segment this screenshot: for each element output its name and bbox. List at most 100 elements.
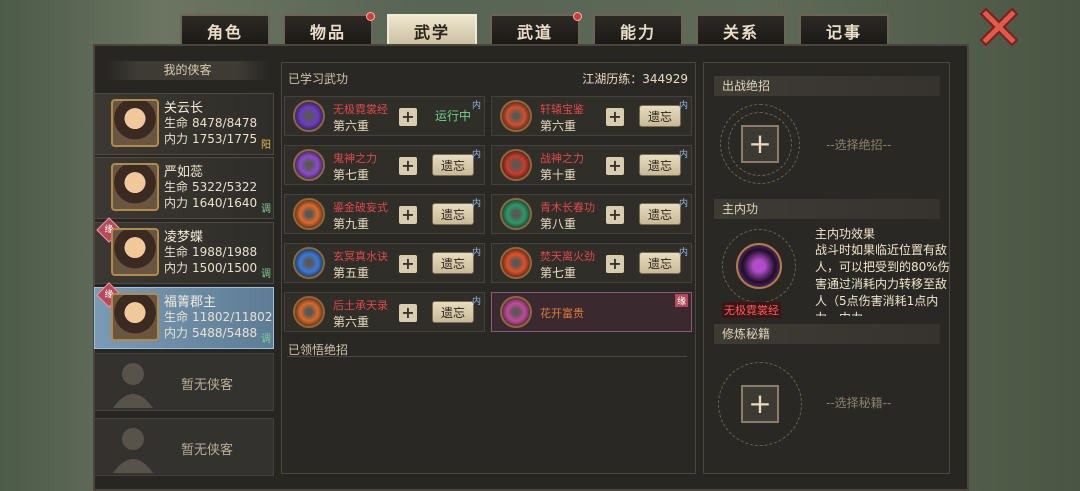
upgrade-skill-button[interactable]: + <box>399 255 417 273</box>
skill-name: 鬼神之力 <box>333 152 377 165</box>
tab-label: 能力 <box>619 22 656 42</box>
hero-card-yan-rurui[interactable]: 严如蕊 生命 5322/5322 内力 1640/1640 调 <box>94 157 274 219</box>
upgrade-skill-button[interactable]: + <box>399 206 417 224</box>
skill-icon <box>293 100 325 132</box>
inner-skill-section-title: 主内功 <box>714 199 940 219</box>
tab-martial-arts[interactable]: 武学 <box>387 14 477 45</box>
hero-list-title: 我的侠客 <box>105 61 270 80</box>
skill-card[interactable]: 焚天离火劲第七重 + 遗忘内 <box>491 243 692 283</box>
hero-mp: 内力 5488/5488 <box>164 326 258 340</box>
forget-skill-button[interactable]: 遗忘 <box>432 154 474 176</box>
close-button[interactable] <box>979 7 1019 47</box>
upgrade-skill-button[interactable]: + <box>399 304 417 322</box>
tab-items[interactable]: 物品 <box>283 12 375 45</box>
skill-level: 第七重 <box>333 168 370 182</box>
tab-martial-way[interactable]: 武道 <box>490 12 582 45</box>
skill-name: 花开富贵 <box>540 307 584 320</box>
close-icon <box>979 7 1019 47</box>
forget-skill-button[interactable]: 遗忘 <box>432 301 474 323</box>
skill-card[interactable]: 后土承天录 第六重 + 遗忘内 <box>284 292 485 332</box>
skill-name: 无极霓裳经 <box>333 103 388 116</box>
hero-card-fujing-princess[interactable]: 缘 福箐郡主 生命 11802/11802 内力 5488/5488 调 <box>94 282 274 349</box>
hero-avatar <box>111 99 159 147</box>
skill-type-tag: 内 <box>678 150 688 160</box>
upgrade-skill-button[interactable]: + <box>606 157 624 175</box>
ultimate-section-title: 出战绝招 <box>714 76 940 96</box>
upgrade-skill-button[interactable]: + <box>606 108 624 126</box>
skill-level: 第五重 <box>333 266 370 280</box>
skill-running-status: 运行中 <box>435 109 472 123</box>
skill-level: 第六重 <box>333 119 370 133</box>
skill-level: 第十重 <box>540 168 577 182</box>
hero-mp: 内力 1753/1775 <box>164 132 258 146</box>
tab-relations[interactable]: 关系 <box>696 14 786 45</box>
hero-type-tag: 调 <box>261 334 271 345</box>
upgrade-skill-button[interactable]: + <box>399 157 417 175</box>
skill-card[interactable]: 无极霓裳经第六重 + 运行中内 <box>284 96 485 136</box>
forget-skill-button[interactable]: 遗忘 <box>432 252 474 274</box>
hero-type-tag: 调 <box>261 204 271 215</box>
inner-skill-name: 无极霓裳经 <box>722 302 781 318</box>
skill-icon <box>293 247 325 279</box>
tab-role[interactable]: 角色 <box>180 14 270 45</box>
skill-type-tag: 内 <box>471 297 481 307</box>
hero-hp: 生命 8478/8478 <box>164 116 258 130</box>
forget-skill-button[interactable]: 遗忘 <box>639 105 681 127</box>
notification-badge <box>366 12 375 21</box>
forget-skill-button[interactable]: 遗忘 <box>639 154 681 176</box>
empty-hero-slot[interactable]: 暂无侠客 <box>94 418 274 476</box>
learned-skills-title: 已学习武功 <box>288 72 349 86</box>
skill-icon <box>293 296 325 328</box>
skill-type-tag: 内 <box>678 101 688 111</box>
skill-icon <box>500 100 532 132</box>
skill-icon <box>500 198 532 230</box>
forget-skill-button[interactable]: 遗忘 <box>639 203 681 225</box>
tab-journal[interactable]: 记事 <box>799 14 889 45</box>
empty-hero-slot[interactable]: 暂无侠客 <box>94 353 274 411</box>
skill-type-tag: 内 <box>471 101 481 111</box>
skill-card[interactable]: 轩辕宝鉴第六重 + 遗忘内 <box>491 96 692 136</box>
skill-card[interactable]: 战神之力 第十重 + 遗忘内 <box>491 145 692 185</box>
hero-hp: 生命 1988/1988 <box>164 245 258 259</box>
hero-mp: 内力 1500/1500 <box>164 261 258 275</box>
tab-ability[interactable]: 能力 <box>593 14 683 45</box>
skill-type-tag: 内 <box>471 150 481 160</box>
hero-type-tag: 调 <box>261 269 271 280</box>
hero-type-tag: 阳 <box>261 140 271 151</box>
skill-icon <box>500 247 532 279</box>
inner-skill-icon[interactable] <box>736 243 782 289</box>
skill-icon <box>500 296 532 328</box>
skill-card[interactable]: 鎏金破妄式 第九重 + 遗忘内 <box>284 194 485 234</box>
skill-card[interactable]: 玄冥真水诀 第五重 + 遗忘内 <box>284 243 485 283</box>
skill-icon <box>293 198 325 230</box>
upgrade-skill-button[interactable]: + <box>606 206 624 224</box>
manual-section-title: 修炼秘籍 <box>714 324 940 344</box>
forget-skill-button[interactable]: 遗忘 <box>432 203 474 225</box>
skill-card[interactable]: 青木长春功 第八重 + 遗忘内 <box>491 194 692 234</box>
skill-level: 第七重 <box>540 266 577 280</box>
silhouette-icon <box>113 428 153 473</box>
skill-level: 第六重 <box>333 315 370 329</box>
skill-name: 轩辕宝鉴 <box>540 103 584 116</box>
skill-name: 焚天离火劲 <box>540 250 595 263</box>
skill-type-tag: 内 <box>678 248 688 258</box>
empty-slot-label: 暂无侠客 <box>181 378 234 393</box>
skill-level: 第六重 <box>540 119 577 133</box>
hero-avatar <box>111 163 159 211</box>
ultimate-slot-add-button[interactable]: + <box>741 125 779 163</box>
hero-card-guan-yunchang[interactable]: 关云长 生命 8478/8478 内力 1753/1775 阳 <box>94 93 274 155</box>
skill-level: 第九重 <box>333 217 370 231</box>
skill-icon <box>293 149 325 181</box>
forget-skill-button[interactable]: 遗忘 <box>639 252 681 274</box>
manual-slot-add-button[interactable]: + <box>741 385 779 423</box>
skill-card[interactable]: 鬼神之力第七重 + 遗忘内 <box>284 145 485 185</box>
tab-label: 记事 <box>825 22 862 42</box>
upgrade-skill-button[interactable]: + <box>399 108 417 126</box>
hero-card-ling-mengdie[interactable]: 缘 凌梦蝶 生命 1988/1988 内力 1500/1500 调 <box>94 217 274 284</box>
tab-label: 角色 <box>206 22 243 42</box>
skill-card[interactable]: 花开富贵 缘 <box>491 292 692 332</box>
hero-avatar <box>111 228 159 276</box>
ultimate-slot-placeholder: --选择绝招-- <box>826 138 892 152</box>
skill-icon <box>500 149 532 181</box>
upgrade-skill-button[interactable]: + <box>606 255 624 273</box>
